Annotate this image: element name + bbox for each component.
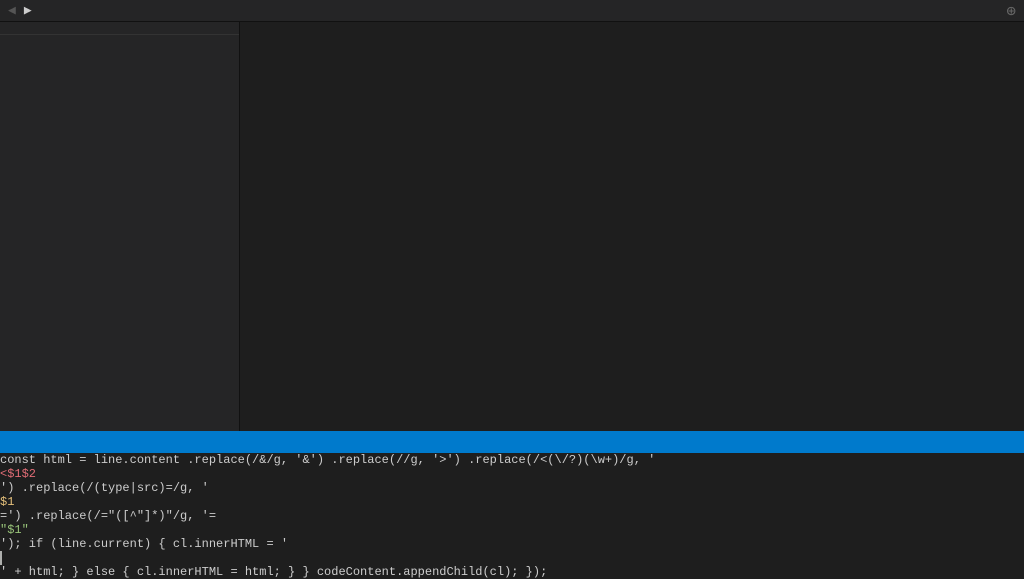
new-tab-button[interactable]: ⊕ xyxy=(998,1,1024,21)
editor-area xyxy=(240,22,1024,431)
title-bar: ◀ ▶ ⊕ xyxy=(0,0,1024,22)
tabs-bar xyxy=(40,0,999,22)
sidebar-content xyxy=(0,35,239,431)
code-content[interactable] xyxy=(280,22,1024,431)
editor-content[interactable] xyxy=(240,22,1024,431)
status-bar xyxy=(0,431,1024,453)
line-numbers xyxy=(240,22,280,431)
nav-forward-button[interactable]: ▶ xyxy=(22,3,34,18)
sidebar xyxy=(0,22,240,431)
main-layout xyxy=(0,22,1024,431)
sidebar-header xyxy=(0,22,239,35)
nav-arrows: ◀ ▶ xyxy=(0,3,40,18)
nav-back-button[interactable]: ◀ xyxy=(6,3,18,18)
